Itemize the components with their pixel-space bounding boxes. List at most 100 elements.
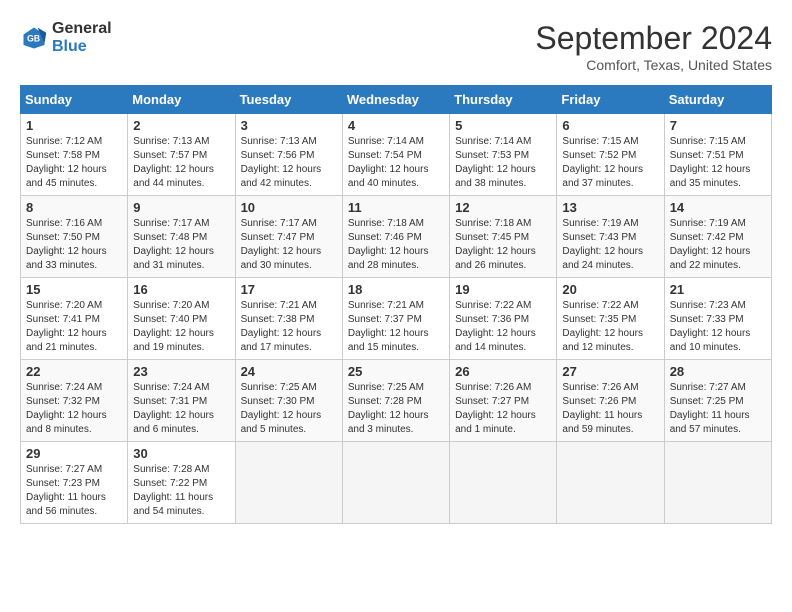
header-saturday: Saturday <box>664 86 771 114</box>
calendar-cell <box>342 442 449 524</box>
day-info: Sunrise: 7:19 AM Sunset: 7:42 PM Dayligh… <box>670 217 766 273</box>
calendar-cell: 14 Sunrise: 7:19 AM Sunset: 7:42 PM Dayl… <box>664 196 771 278</box>
day-number: 18 <box>348 282 444 297</box>
calendar-cell: 4 Sunrise: 7:14 AM Sunset: 7:54 PM Dayli… <box>342 114 449 196</box>
day-info: Sunrise: 7:21 AM Sunset: 7:38 PM Dayligh… <box>241 299 337 355</box>
day-number: 7 <box>670 118 766 133</box>
day-number: 20 <box>562 282 658 297</box>
calendar-cell: 7 Sunrise: 7:15 AM Sunset: 7:51 PM Dayli… <box>664 114 771 196</box>
day-info: Sunrise: 7:25 AM Sunset: 7:28 PM Dayligh… <box>348 381 444 437</box>
day-number: 5 <box>455 118 551 133</box>
day-info: Sunrise: 7:27 AM Sunset: 7:23 PM Dayligh… <box>26 463 122 519</box>
day-info: Sunrise: 7:18 AM Sunset: 7:46 PM Dayligh… <box>348 217 444 273</box>
day-info: Sunrise: 7:28 AM Sunset: 7:22 PM Dayligh… <box>133 463 229 519</box>
day-info: Sunrise: 7:15 AM Sunset: 7:51 PM Dayligh… <box>670 135 766 191</box>
week-row-4: 22 Sunrise: 7:24 AM Sunset: 7:32 PM Dayl… <box>21 360 772 442</box>
header-thursday: Thursday <box>450 86 557 114</box>
calendar-cell: 30 Sunrise: 7:28 AM Sunset: 7:22 PM Dayl… <box>128 442 235 524</box>
calendar-cell: 5 Sunrise: 7:14 AM Sunset: 7:53 PM Dayli… <box>450 114 557 196</box>
day-info: Sunrise: 7:22 AM Sunset: 7:36 PM Dayligh… <box>455 299 551 355</box>
calendar-cell: 6 Sunrise: 7:15 AM Sunset: 7:52 PM Dayli… <box>557 114 664 196</box>
header-wednesday: Wednesday <box>342 86 449 114</box>
calendar-cell: 11 Sunrise: 7:18 AM Sunset: 7:46 PM Dayl… <box>342 196 449 278</box>
day-info: Sunrise: 7:14 AM Sunset: 7:54 PM Dayligh… <box>348 135 444 191</box>
day-number: 21 <box>670 282 766 297</box>
day-info: Sunrise: 7:27 AM Sunset: 7:25 PM Dayligh… <box>670 381 766 437</box>
day-info: Sunrise: 7:13 AM Sunset: 7:56 PM Dayligh… <box>241 135 337 191</box>
day-info: Sunrise: 7:22 AM Sunset: 7:35 PM Dayligh… <box>562 299 658 355</box>
day-info: Sunrise: 7:24 AM Sunset: 7:31 PM Dayligh… <box>133 381 229 437</box>
day-number: 29 <box>26 446 122 461</box>
header-tuesday: Tuesday <box>235 86 342 114</box>
header-monday: Monday <box>128 86 235 114</box>
calendar-cell: 25 Sunrise: 7:25 AM Sunset: 7:28 PM Dayl… <box>342 360 449 442</box>
calendar-cell <box>450 442 557 524</box>
day-number: 16 <box>133 282 229 297</box>
calendar-cell: 12 Sunrise: 7:18 AM Sunset: 7:45 PM Dayl… <box>450 196 557 278</box>
calendar-table: SundayMondayTuesdayWednesdayThursdayFrid… <box>20 85 772 524</box>
day-info: Sunrise: 7:26 AM Sunset: 7:26 PM Dayligh… <box>562 381 658 437</box>
day-number: 19 <box>455 282 551 297</box>
calendar-cell: 8 Sunrise: 7:16 AM Sunset: 7:50 PM Dayli… <box>21 196 128 278</box>
calendar-cell: 23 Sunrise: 7:24 AM Sunset: 7:31 PM Dayl… <box>128 360 235 442</box>
day-info: Sunrise: 7:17 AM Sunset: 7:47 PM Dayligh… <box>241 217 337 273</box>
day-number: 12 <box>455 200 551 215</box>
day-info: Sunrise: 7:20 AM Sunset: 7:40 PM Dayligh… <box>133 299 229 355</box>
calendar-cell <box>557 442 664 524</box>
calendar-cell: 9 Sunrise: 7:17 AM Sunset: 7:48 PM Dayli… <box>128 196 235 278</box>
day-info: Sunrise: 7:13 AM Sunset: 7:57 PM Dayligh… <box>133 135 229 191</box>
logo-blue: Blue <box>52 38 112 56</box>
day-number: 26 <box>455 364 551 379</box>
day-info: Sunrise: 7:14 AM Sunset: 7:53 PM Dayligh… <box>455 135 551 191</box>
logo: GB General Blue <box>20 20 112 55</box>
logo-general: General <box>52 20 112 38</box>
location: Comfort, Texas, United States <box>535 57 772 73</box>
day-number: 17 <box>241 282 337 297</box>
week-row-3: 15 Sunrise: 7:20 AM Sunset: 7:41 PM Dayl… <box>21 278 772 360</box>
day-number: 13 <box>562 200 658 215</box>
week-row-2: 8 Sunrise: 7:16 AM Sunset: 7:50 PM Dayli… <box>21 196 772 278</box>
logo-text: General Blue <box>52 20 112 55</box>
day-number: 30 <box>133 446 229 461</box>
day-number: 8 <box>26 200 122 215</box>
day-info: Sunrise: 7:15 AM Sunset: 7:52 PM Dayligh… <box>562 135 658 191</box>
day-number: 10 <box>241 200 337 215</box>
day-number: 27 <box>562 364 658 379</box>
calendar-cell <box>664 442 771 524</box>
header-sunday: Sunday <box>21 86 128 114</box>
day-info: Sunrise: 7:18 AM Sunset: 7:45 PM Dayligh… <box>455 217 551 273</box>
day-info: Sunrise: 7:20 AM Sunset: 7:41 PM Dayligh… <box>26 299 122 355</box>
day-number: 28 <box>670 364 766 379</box>
day-info: Sunrise: 7:12 AM Sunset: 7:58 PM Dayligh… <box>26 135 122 191</box>
calendar-cell: 24 Sunrise: 7:25 AM Sunset: 7:30 PM Dayl… <box>235 360 342 442</box>
day-info: Sunrise: 7:17 AM Sunset: 7:48 PM Dayligh… <box>133 217 229 273</box>
header: GB General Blue September 2024 Comfort, … <box>20 20 772 73</box>
day-info: Sunrise: 7:16 AM Sunset: 7:50 PM Dayligh… <box>26 217 122 273</box>
day-info: Sunrise: 7:19 AM Sunset: 7:43 PM Dayligh… <box>562 217 658 273</box>
day-info: Sunrise: 7:25 AM Sunset: 7:30 PM Dayligh… <box>241 381 337 437</box>
day-info: Sunrise: 7:21 AM Sunset: 7:37 PM Dayligh… <box>348 299 444 355</box>
calendar-cell: 3 Sunrise: 7:13 AM Sunset: 7:56 PM Dayli… <box>235 114 342 196</box>
header-row: SundayMondayTuesdayWednesdayThursdayFrid… <box>21 86 772 114</box>
day-number: 25 <box>348 364 444 379</box>
logo-icon: GB <box>20 24 48 52</box>
day-number: 9 <box>133 200 229 215</box>
calendar-cell: 10 Sunrise: 7:17 AM Sunset: 7:47 PM Dayl… <box>235 196 342 278</box>
day-info: Sunrise: 7:26 AM Sunset: 7:27 PM Dayligh… <box>455 381 551 437</box>
day-number: 15 <box>26 282 122 297</box>
calendar-cell <box>235 442 342 524</box>
calendar-cell: 16 Sunrise: 7:20 AM Sunset: 7:40 PM Dayl… <box>128 278 235 360</box>
calendar-cell: 18 Sunrise: 7:21 AM Sunset: 7:37 PM Dayl… <box>342 278 449 360</box>
day-number: 14 <box>670 200 766 215</box>
day-number: 3 <box>241 118 337 133</box>
day-number: 2 <box>133 118 229 133</box>
day-number: 4 <box>348 118 444 133</box>
calendar-cell: 26 Sunrise: 7:26 AM Sunset: 7:27 PM Dayl… <box>450 360 557 442</box>
calendar-cell: 22 Sunrise: 7:24 AM Sunset: 7:32 PM Dayl… <box>21 360 128 442</box>
calendar-cell: 28 Sunrise: 7:27 AM Sunset: 7:25 PM Dayl… <box>664 360 771 442</box>
day-info: Sunrise: 7:24 AM Sunset: 7:32 PM Dayligh… <box>26 381 122 437</box>
header-friday: Friday <box>557 86 664 114</box>
day-info: Sunrise: 7:23 AM Sunset: 7:33 PM Dayligh… <box>670 299 766 355</box>
day-number: 1 <box>26 118 122 133</box>
day-number: 11 <box>348 200 444 215</box>
